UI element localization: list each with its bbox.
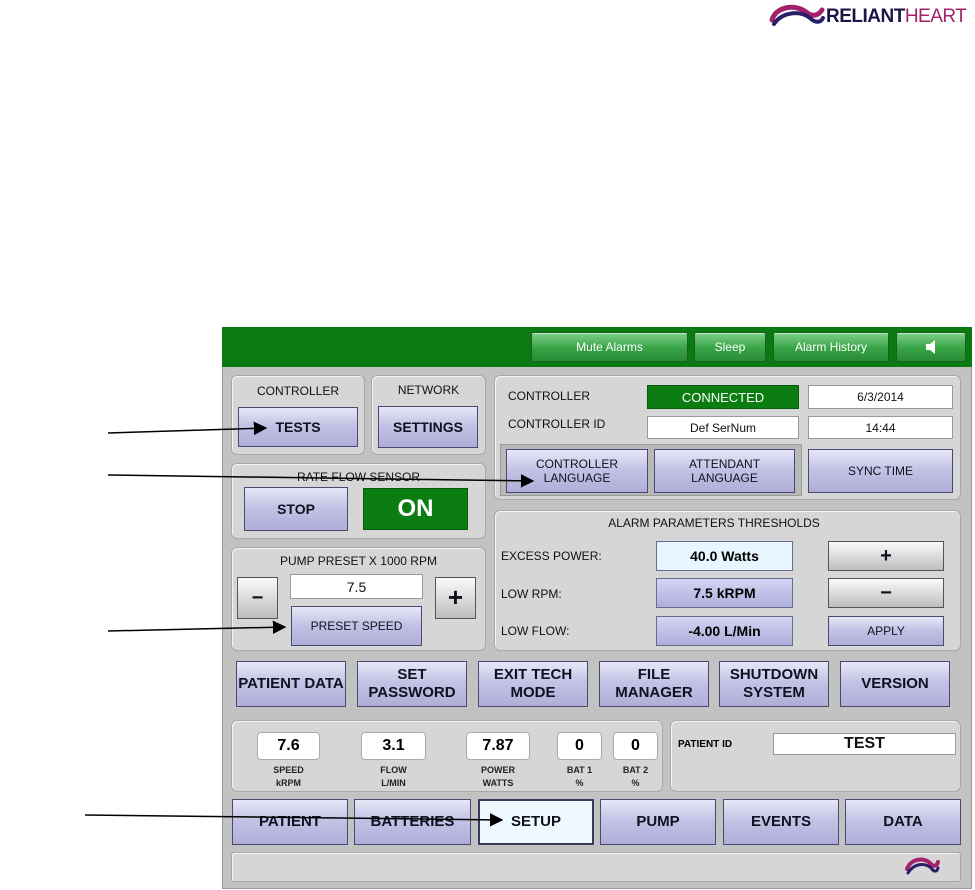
time-value: 14:44 [808, 416, 953, 439]
tab-pump[interactable]: PUMP [600, 799, 716, 845]
tab-patient[interactable]: PATIENT [232, 799, 348, 845]
threshold-plus-button[interactable]: + [828, 541, 944, 571]
tab-events[interactable]: EVENTS [723, 799, 839, 845]
attendant-language-button[interactable]: ATTENDANT LANGUAGE [654, 449, 795, 493]
version-button[interactable]: VERSION [840, 661, 950, 707]
controller-tests-title: CONTROLLER [256, 384, 339, 398]
network-title: NETWORK [397, 383, 460, 397]
speed-metric-value: 7.6 [257, 732, 320, 760]
mute-alarms-button[interactable]: Mute Alarms [531, 332, 688, 362]
battery2-metric-label: BAT 2% [622, 765, 649, 788]
pump-preset-title: PUMP PRESET X 1000 RPM [280, 554, 437, 568]
low-rpm-value[interactable]: 7.5 kRPM [656, 578, 793, 608]
shutdown-system-button[interactable]: SHUTDOWN SYSTEM [719, 661, 829, 707]
flow-metric-label: FLOW L/MIN [380, 765, 407, 788]
patient-id-label: PATIENT ID [678, 739, 733, 750]
tab-data[interactable]: DATA [845, 799, 961, 845]
patient-data-button[interactable]: PATIENT DATA [236, 661, 346, 707]
battery2-metric-value: 0 [613, 732, 658, 760]
power-metric-label: POWER WATTS [480, 765, 515, 788]
threshold-minus-button[interactable]: − [828, 578, 944, 608]
rate-flow-sensor-state: ON [363, 488, 468, 530]
preset-speed-button[interactable]: PRESET SPEED [291, 606, 422, 646]
sync-time-button[interactable]: SYNC TIME [808, 449, 953, 493]
alarm-history-button[interactable]: Alarm History [773, 332, 889, 362]
controller-language-button[interactable]: CONTROLLER LANGUAGE [506, 449, 648, 493]
rate-flow-sensor-title: RATE FLOW SENSOR [296, 470, 421, 484]
low-rpm-label: LOW RPM: [501, 587, 562, 601]
speed-metric-label: SPEED kRPM [273, 765, 304, 788]
settings-button[interactable]: SETTINGS [378, 406, 478, 448]
battery1-metric-label: BAT 1% [566, 765, 593, 788]
preset-speed-value: 7.5 [290, 574, 423, 599]
heart-logo-icon [905, 857, 940, 875]
connection-status-badge: CONNECTED [647, 385, 799, 409]
alarm-thresholds-title: ALARM PARAMETERS THRESHOLDS [608, 516, 820, 530]
reliantheart-logo-icon [769, 4, 825, 26]
controller-id-value: Def SerNum [647, 416, 799, 439]
reliantheart-logo: RELIANTHEART [766, 0, 975, 34]
excess-power-label: EXCESS POWER: [501, 549, 602, 563]
apply-button[interactable]: APPLY [828, 616, 944, 646]
excess-power-value[interactable]: 40.0 Watts [656, 541, 793, 571]
low-flow-label: LOW FLOW: [501, 624, 570, 638]
low-flow-value[interactable]: -4.00 L/Min [656, 616, 793, 646]
patient-id-value: TEST [773, 733, 956, 755]
controller-label: CONTROLLER [508, 389, 591, 403]
footer-logo [903, 855, 941, 879]
stop-button[interactable]: STOP [244, 487, 348, 531]
file-manager-button[interactable]: FILE MANAGER [599, 661, 709, 707]
controller-id-label: CONTROLLER ID [508, 417, 606, 431]
tests-button[interactable]: TESTS [238, 407, 358, 447]
tab-batteries[interactable]: BATTERIES [354, 799, 471, 845]
preset-plus-button[interactable]: + [435, 577, 476, 619]
set-password-button[interactable]: SET PASSWORD [357, 661, 467, 707]
flow-metric-value: 3.1 [361, 732, 426, 760]
logo-text: RELIANTHEART [826, 6, 967, 27]
battery1-metric-value: 0 [557, 732, 602, 760]
preset-minus-button[interactable]: − [237, 577, 278, 619]
speaker-button[interactable] [896, 332, 966, 362]
exit-tech-mode-button[interactable]: EXIT TECH MODE [478, 661, 588, 707]
tab-setup[interactable]: SETUP [478, 799, 594, 845]
sleep-button[interactable]: Sleep [694, 332, 766, 362]
power-metric-value: 7.87 [466, 732, 530, 760]
speaker-icon [926, 340, 935, 354]
footer-bar [231, 852, 961, 882]
patient-id-panel [670, 720, 961, 792]
date-value: 6/3/2014 [808, 385, 953, 409]
